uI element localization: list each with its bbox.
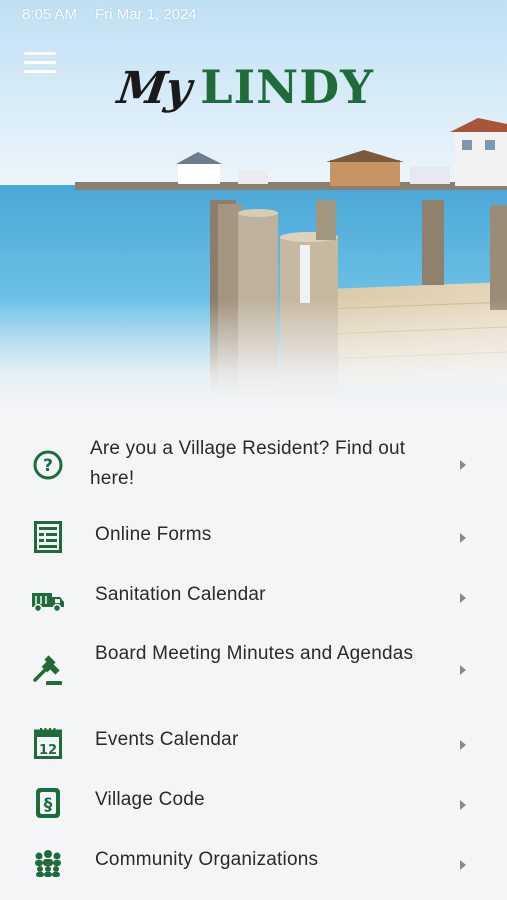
hero-banner: 8:05 AM Fri Mar 1, 2024 My LINDY: [0, 0, 507, 405]
svg-text:12: 12: [39, 743, 57, 758]
chevron-right-icon: [460, 460, 466, 470]
form-icon: [32, 521, 64, 553]
svg-text:?: ?: [43, 456, 53, 476]
menu-item-events-calendar[interactable]: 12 Events Calendar: [0, 722, 507, 766]
chevron-right-icon: [460, 593, 466, 603]
section-sign-icon: §: [32, 787, 64, 819]
menu-label: Are you a Village Resident? Find out her…: [90, 438, 406, 489]
status-date: Fri Mar 1, 2024: [95, 6, 197, 23]
menu-item-online-forms[interactable]: Online Forms: [0, 517, 507, 561]
menu-label: Village Code: [95, 789, 205, 810]
menu-label: Online Forms: [95, 524, 212, 545]
hero-fade: [0, 300, 507, 405]
menu-item-sanitation-calendar[interactable]: Sanitation Calendar: [0, 577, 507, 621]
chevron-right-icon: [460, 800, 466, 810]
menu-item-village-resident[interactable]: ? Are you a Village Resident? Find out h…: [0, 420, 507, 510]
menu-item-board-meeting[interactable]: Board Meeting Minutes and Agendas: [0, 637, 507, 707]
question-circle-icon: ?: [32, 449, 64, 481]
menu-label: Sanitation Calendar: [95, 584, 266, 605]
menu-item-community-organizations[interactable]: Community Organizations: [0, 842, 507, 886]
menu-label: Board Meeting Minutes and Agendas: [95, 643, 414, 664]
gavel-icon: [32, 655, 64, 687]
chevron-right-icon: [460, 665, 466, 675]
svg-text:§: §: [44, 795, 53, 815]
hamburger-line: [24, 70, 56, 73]
hamburger-line: [24, 52, 56, 55]
hamburger-line: [24, 61, 56, 64]
menu-item-village-code[interactable]: § Village Code: [0, 782, 507, 826]
app-logo: My LINDY: [114, 60, 374, 114]
status-time: 8:05 AM: [22, 6, 78, 23]
logo-main: LINDY: [200, 60, 374, 114]
calendar-icon: 12: [32, 727, 64, 759]
people-group-icon: [32, 847, 64, 879]
menu-label: Community Organizations: [95, 849, 319, 870]
hamburger-menu-button[interactable]: [24, 52, 56, 76]
chevron-right-icon: [460, 860, 466, 870]
chevron-right-icon: [460, 533, 466, 543]
status-bar: 8:05 AM Fri Mar 1, 2024: [22, 6, 197, 23]
menu-label: Events Calendar: [95, 729, 239, 750]
garbage-truck-icon: [30, 585, 66, 617]
logo-script: My: [114, 63, 194, 114]
chevron-right-icon: [460, 740, 466, 750]
